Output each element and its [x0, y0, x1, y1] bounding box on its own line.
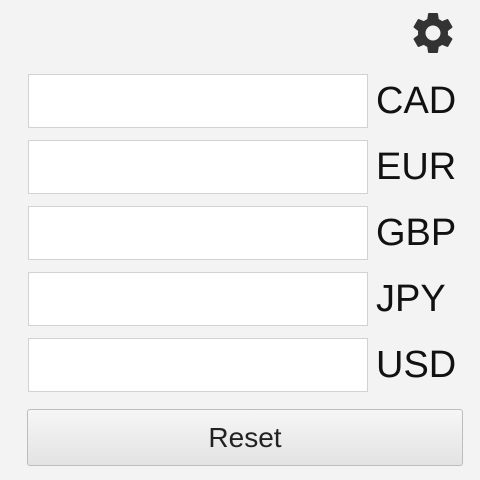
- reset-button[interactable]: Reset: [27, 409, 463, 466]
- currency-row-gbp: GBP: [28, 206, 468, 260]
- reset-button-label: Reset: [208, 421, 282, 453]
- jpy-label: JPY: [376, 278, 446, 320]
- currency-row-jpy: JPY: [28, 272, 468, 326]
- cad-label: CAD: [376, 80, 457, 122]
- currency-row-usd: USD: [28, 338, 468, 392]
- currency-row-cad: CAD: [28, 74, 468, 128]
- cad-amount-input[interactable]: [28, 74, 368, 128]
- usd-amount-input[interactable]: [28, 338, 368, 392]
- gbp-label: GBP: [376, 212, 457, 254]
- eur-amount-input[interactable]: [28, 140, 368, 194]
- gbp-amount-input[interactable]: [28, 206, 368, 260]
- settings-button[interactable]: [406, 6, 460, 60]
- usd-label: USD: [376, 344, 457, 386]
- jpy-amount-input[interactable]: [28, 272, 368, 326]
- eur-label: EUR: [376, 146, 457, 188]
- gear-icon: [408, 8, 458, 58]
- currency-row-eur: EUR: [28, 140, 468, 194]
